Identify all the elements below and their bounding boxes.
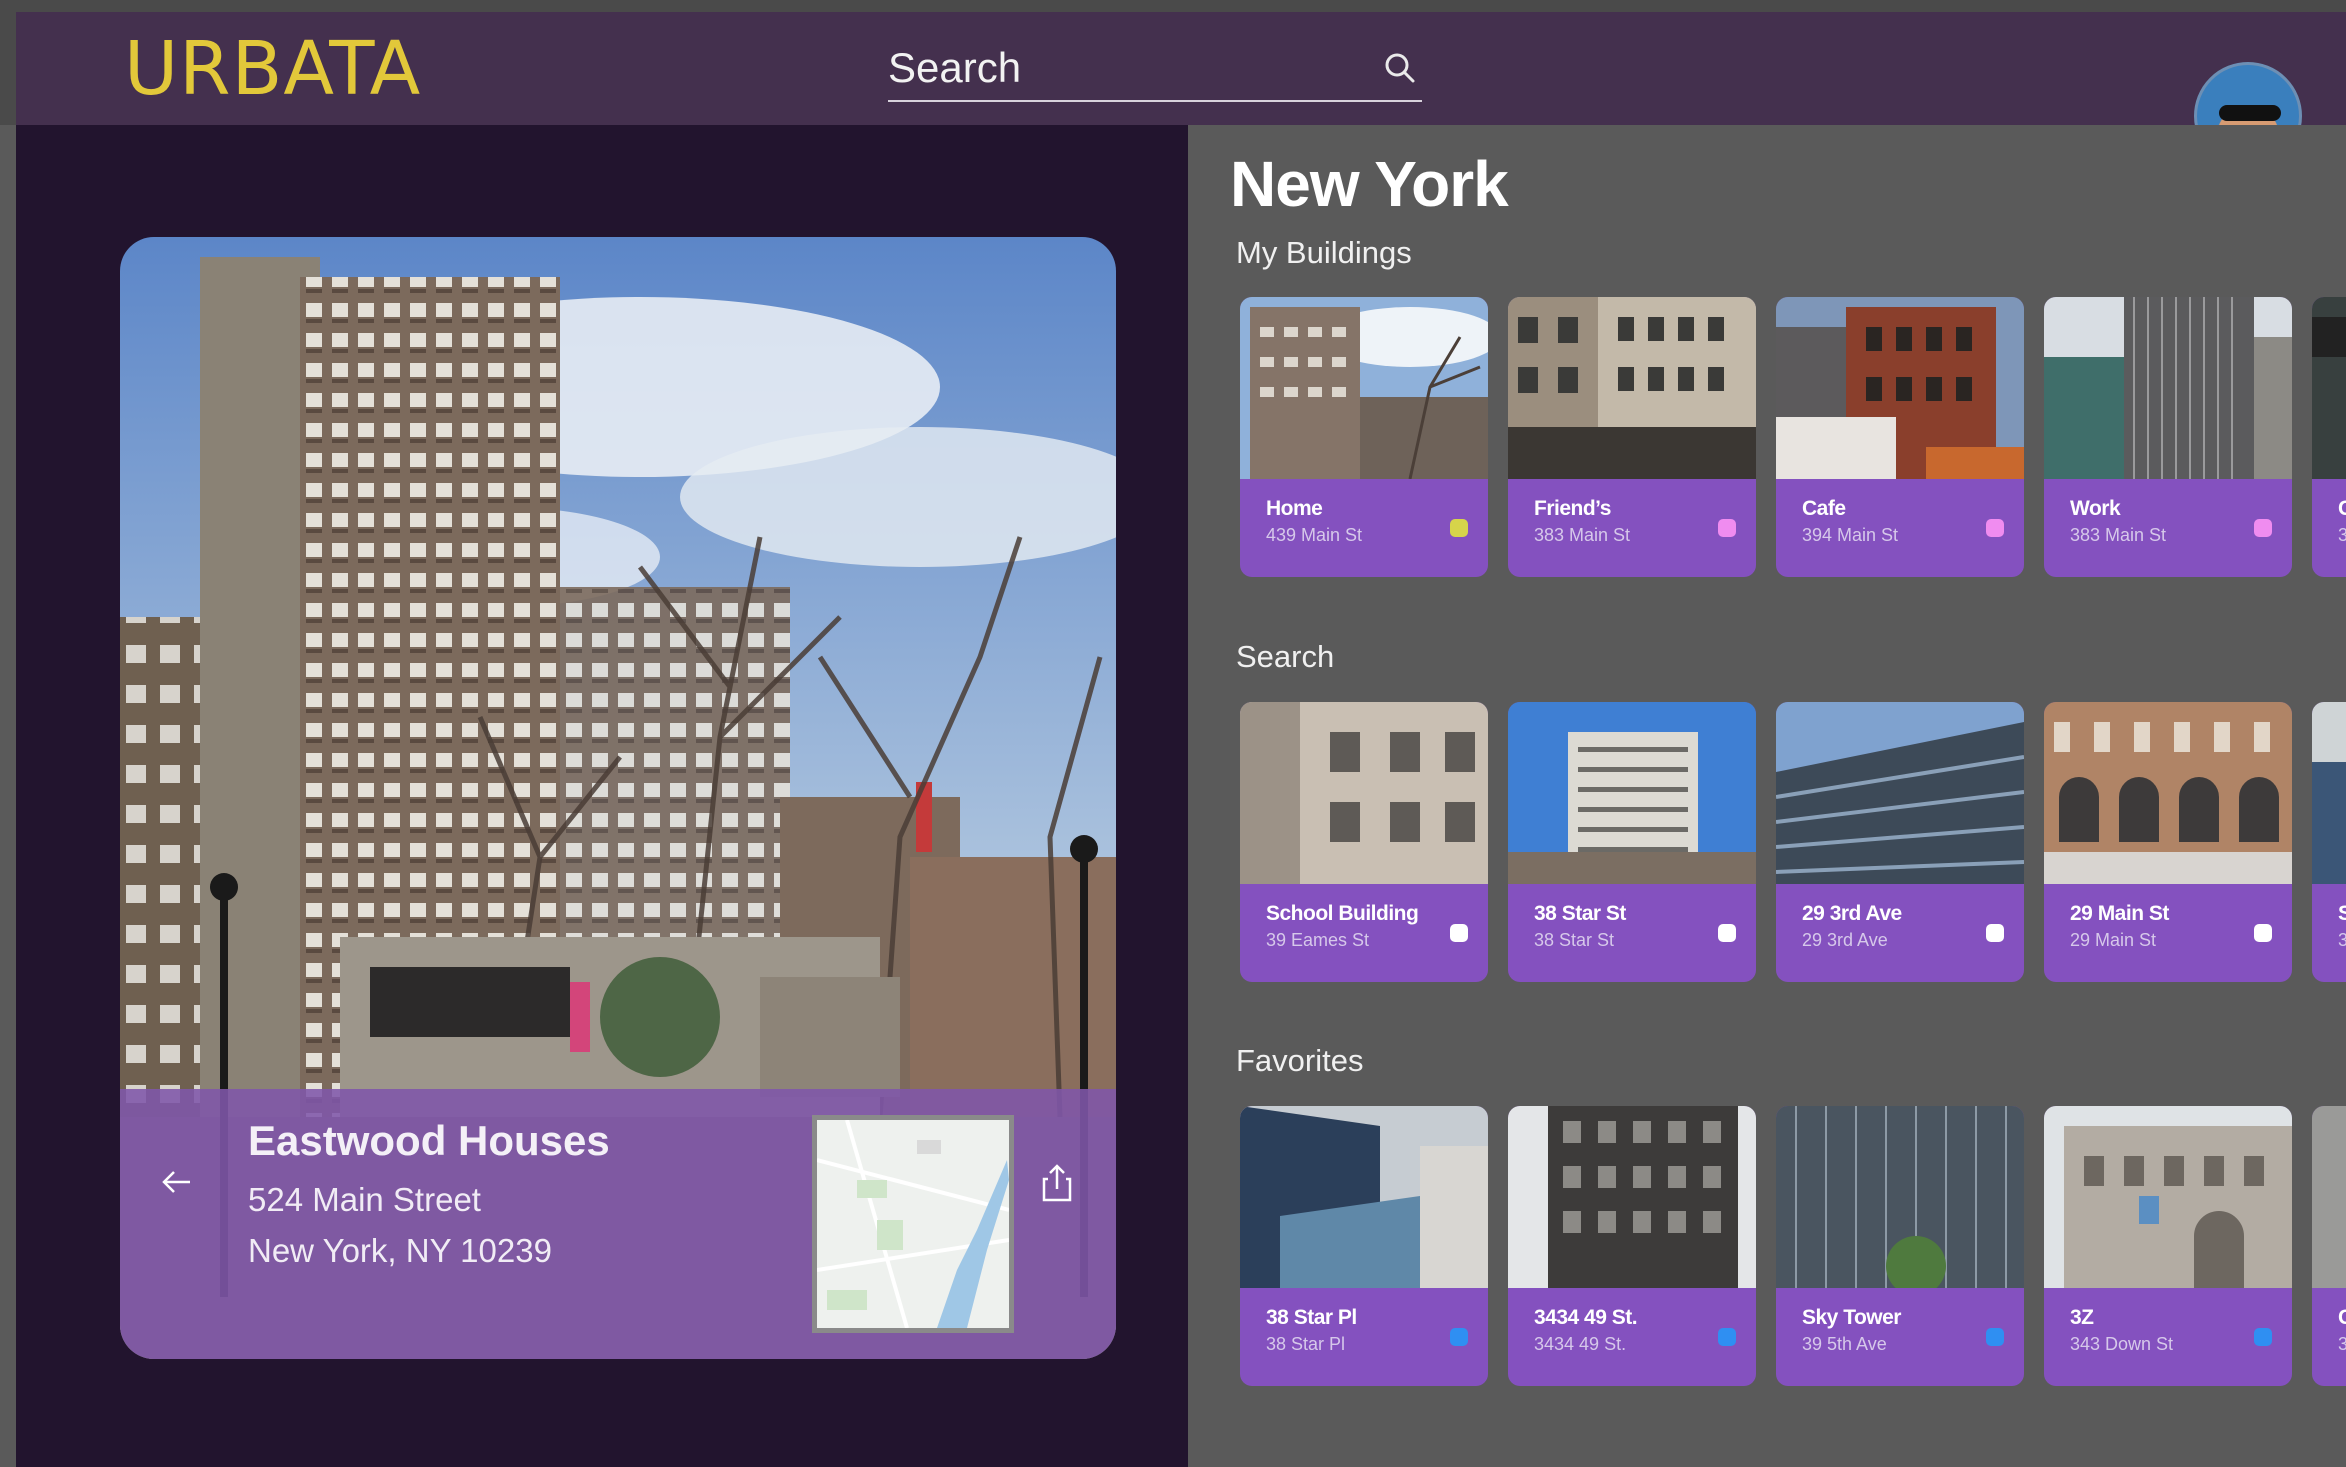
- favorites-row: 38 Star Pl 38 Star Pl 3434 49 St. 3434 4…: [1240, 1106, 2346, 1388]
- tile-status-dot: [1450, 924, 1468, 942]
- tile-status-dot: [2254, 1328, 2272, 1346]
- tile-status-dot: [1450, 519, 1468, 537]
- tile-name: 29 3rd Ave: [1802, 902, 1902, 925]
- tile-name: S: [2338, 902, 2346, 925]
- tile-address: 383 Main St: [1534, 525, 1631, 545]
- tile-name: 3Z: [2070, 1306, 2094, 1329]
- tile-status-dot: [1986, 519, 2004, 537]
- tile-name: 3434 49 St.: [1534, 1306, 1638, 1329]
- tile-status-dot: [1718, 1328, 1736, 1346]
- featured-building-card[interactable]: Eastwood Houses 524 Main Street New York…: [120, 237, 1116, 1359]
- building-photo: [2044, 297, 2292, 479]
- building-photo: [2044, 1106, 2292, 1288]
- section-title-favorites: Favorites: [1236, 1043, 1364, 1078]
- detail-panel: Eastwood Houses 524 Main Street New York…: [16, 125, 1188, 1467]
- building-name: Eastwood Houses: [248, 1117, 610, 1164]
- tile-name: Work: [2070, 497, 2121, 520]
- tile-name: Cafe: [1802, 497, 1846, 520]
- building-tile[interactable]: 3434 49 St. 3434 49 St.: [1508, 1106, 1756, 1386]
- building-photo: [1508, 702, 1756, 884]
- app-window: URBATA Search Eastwood Houses 524 Main S…: [0, 0, 2346, 1467]
- avatar-glasses: [2219, 105, 2281, 121]
- building-tile[interactable]: Home 439 Main St: [1240, 297, 1488, 577]
- building-tile[interactable]: C 3: [2312, 297, 2346, 577]
- tile-status-dot: [2254, 519, 2272, 537]
- tile-address: 39 Eames St: [1266, 930, 1370, 950]
- building-photo: [1240, 297, 1488, 479]
- arrow-left-icon[interactable]: [160, 1165, 194, 1199]
- building-tile[interactable]: S 3: [2312, 702, 2346, 982]
- building-street: 524 Main Street: [248, 1181, 481, 1218]
- building-tile[interactable]: C 3: [2312, 1106, 2346, 1386]
- tile-name: Home: [1266, 497, 1323, 520]
- tile-name: Sky Tower: [1802, 1306, 1901, 1329]
- search-results-row: School Building 39 Eames St 38 Star St 3…: [1240, 702, 2346, 984]
- tile-name: C: [2338, 497, 2346, 520]
- tile-address: 383 Main St: [2070, 525, 2167, 545]
- building-tile[interactable]: Sky Tower 39 5th Ave: [1776, 1106, 2024, 1386]
- tile-name: 38 Star Pl: [1266, 1306, 1357, 1329]
- tile-address: 3: [2338, 525, 2346, 545]
- city-title: New York: [1230, 148, 1509, 220]
- tile-address: 29 Main St: [2070, 930, 2157, 950]
- building-photo: [1508, 297, 1756, 479]
- building-tile[interactable]: 29 3rd Ave 29 3rd Ave: [1776, 702, 2024, 982]
- building-photo: [1776, 297, 2024, 479]
- building-photo: [1776, 1106, 2024, 1288]
- tile-address: 39 5th Ave: [1802, 1334, 1887, 1354]
- building-photo: [2312, 1106, 2346, 1288]
- section-title-my-buildings: My Buildings: [1236, 235, 1412, 270]
- building-photo: [1240, 702, 1488, 884]
- app-logo[interactable]: URBATA: [124, 26, 421, 112]
- tile-name: 29 Main St: [2070, 902, 2169, 925]
- tile-address: 439 Main St: [1266, 525, 1363, 545]
- building-tile[interactable]: 38 Star St 38 Star St: [1508, 702, 1756, 982]
- search-input[interactable]: [888, 40, 1358, 96]
- tile-address: 3: [2338, 930, 2346, 950]
- tile-name: 38 Star St: [1534, 902, 1626, 925]
- tile-address: 38 Star St: [1534, 930, 1615, 950]
- tile-address: 3: [2338, 1334, 2346, 1354]
- tile-address: 29 3rd Ave: [1802, 930, 1888, 950]
- tile-status-dot: [1986, 924, 2004, 942]
- my-buildings-row: Home 439 Main St Friend’s 383 Main St Ca…: [1240, 297, 2346, 579]
- tile-name: C: [2338, 1306, 2346, 1329]
- tile-address: 394 Main St: [1802, 525, 1899, 545]
- city-panel: New York My Buildings Home 439 Main St F…: [1188, 125, 2346, 1467]
- building-photo: [2312, 702, 2346, 884]
- share-icon[interactable]: [1040, 1163, 1074, 1203]
- building-tile[interactable]: 29 Main St 29 Main St: [2044, 702, 2292, 982]
- building-tile[interactable]: School Building 39 Eames St: [1240, 702, 1488, 982]
- mini-map[interactable]: [812, 1115, 1014, 1333]
- building-tile[interactable]: 38 Star Pl 38 Star Pl: [1240, 1106, 1488, 1386]
- search-icon[interactable]: [1380, 48, 1420, 88]
- building-tile[interactable]: 3Z 343 Down St: [2044, 1106, 2292, 1386]
- tile-status-dot: [1718, 519, 1736, 537]
- building-photo: [2312, 297, 2346, 479]
- tile-address: 343 Down St: [2070, 1334, 2174, 1354]
- section-title-search: Search: [1236, 639, 1335, 674]
- building-photo: [1776, 702, 2024, 884]
- building-city: New York, NY 10239: [248, 1232, 552, 1269]
- building-tile[interactable]: Work 383 Main St: [2044, 297, 2292, 577]
- building-photo: [1240, 1106, 1488, 1288]
- tile-status-dot: [1718, 924, 1736, 942]
- building-photo: [1508, 1106, 1756, 1288]
- building-tile[interactable]: Cafe 394 Main St: [1776, 297, 2024, 577]
- tile-status-dot: [1450, 1328, 1468, 1346]
- tile-name: Friend’s: [1534, 497, 1611, 520]
- top-bar: URBATA: [0, 0, 2346, 125]
- featured-building-info: Eastwood Houses 524 Main Street New York…: [120, 1089, 1116, 1359]
- building-photo: [2044, 702, 2292, 884]
- tile-status-dot: [2254, 924, 2272, 942]
- tile-status-dot: [1986, 1328, 2004, 1346]
- search-bar: [888, 32, 1422, 102]
- building-tile[interactable]: Friend’s 383 Main St: [1508, 297, 1756, 577]
- tile-address: 38 Star Pl: [1266, 1334, 1346, 1354]
- tile-name: School Building: [1266, 902, 1419, 925]
- tile-address: 3434 49 St.: [1534, 1334, 1627, 1354]
